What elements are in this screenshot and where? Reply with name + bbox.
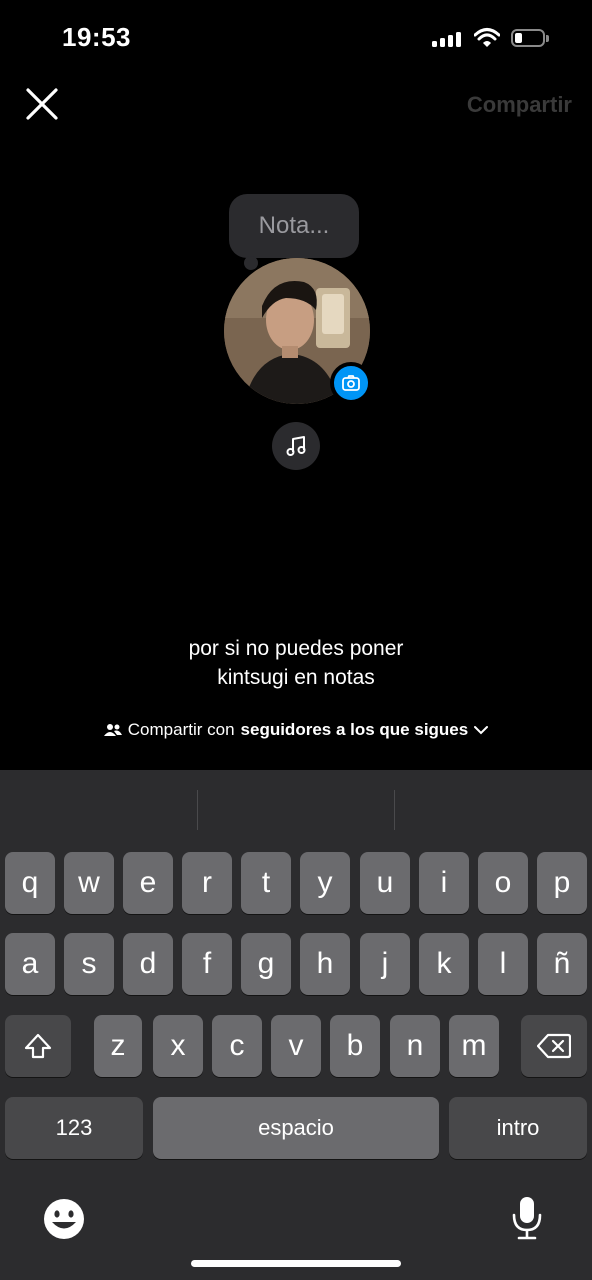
audience-selector[interactable]: Compartir con seguidores a los que sigue… xyxy=(0,720,592,740)
key-s[interactable]: s xyxy=(64,933,114,995)
key-h[interactable]: h xyxy=(300,933,350,995)
key-w[interactable]: w xyxy=(64,852,114,914)
battery-icon xyxy=(511,29,549,49)
key-p[interactable]: p xyxy=(537,852,587,914)
note-bubble-tail xyxy=(244,256,258,270)
suggestion-divider xyxy=(394,790,395,830)
caption-line-1: por si no puedes poner xyxy=(188,637,404,660)
key-g[interactable]: g xyxy=(241,933,291,995)
close-icon xyxy=(26,88,58,120)
key-n[interactable]: n xyxy=(390,1015,440,1077)
cellular-signal-icon xyxy=(432,31,464,47)
change-photo-button[interactable] xyxy=(330,362,372,404)
key-e[interactable]: e xyxy=(123,852,173,914)
chevron-down-icon xyxy=(474,726,489,735)
keyboard: q w e r t y u i o p a s d f g h j k l ñ … xyxy=(0,770,592,1280)
shift-key[interactable] xyxy=(5,1015,71,1077)
share-button[interactable]: Compartir xyxy=(467,92,572,118)
status-time: 19:53 xyxy=(62,22,131,52)
key-d[interactable]: d xyxy=(123,933,173,995)
emoji-button[interactable] xyxy=(42,1197,86,1241)
key-z[interactable]: z xyxy=(94,1015,142,1077)
key-f[interactable]: f xyxy=(182,933,232,995)
key-r[interactable]: r xyxy=(182,852,232,914)
key-k[interactable]: k xyxy=(419,933,469,995)
camera-icon xyxy=(342,375,360,391)
key-a[interactable]: a xyxy=(5,933,55,995)
note-placeholder: Nota... xyxy=(258,212,330,239)
emoji-icon xyxy=(44,1199,84,1239)
wifi-icon xyxy=(473,27,501,49)
key-c[interactable]: c xyxy=(212,1015,262,1077)
shift-icon xyxy=(24,1033,52,1059)
key-x[interactable]: x xyxy=(153,1015,203,1077)
space-key[interactable]: espacio xyxy=(153,1097,439,1159)
audience-value: seguidores a los que sigues xyxy=(240,720,469,739)
key-enye[interactable]: ñ xyxy=(537,933,587,995)
add-music-button[interactable] xyxy=(272,422,320,470)
key-i[interactable]: i xyxy=(419,852,469,914)
key-m[interactable]: m xyxy=(449,1015,499,1077)
key-y[interactable]: y xyxy=(300,852,350,914)
audience-prefix: Compartir con xyxy=(127,720,235,739)
key-q[interactable]: q xyxy=(5,852,55,914)
key-o[interactable]: o xyxy=(478,852,528,914)
home-indicator xyxy=(191,1260,401,1267)
note-input[interactable]: Nota... xyxy=(229,194,359,258)
suggestion-divider xyxy=(197,790,198,830)
key-j[interactable]: j xyxy=(360,933,410,995)
close-button[interactable] xyxy=(24,86,60,122)
key-u[interactable]: u xyxy=(360,852,410,914)
numbers-key[interactable]: 123 xyxy=(5,1097,143,1159)
return-key[interactable]: intro xyxy=(449,1097,587,1159)
music-note-icon xyxy=(286,436,306,456)
backspace-key[interactable] xyxy=(521,1015,587,1077)
backspace-icon xyxy=(537,1033,571,1059)
key-l[interactable]: l xyxy=(478,933,528,995)
microphone-icon xyxy=(512,1197,542,1240)
key-v[interactable]: v xyxy=(271,1015,321,1077)
people-icon xyxy=(103,724,122,736)
key-b[interactable]: b xyxy=(330,1015,380,1077)
key-t[interactable]: t xyxy=(241,852,291,914)
caption-line-2: kintsugi en notas xyxy=(217,666,375,689)
dictation-button[interactable] xyxy=(510,1195,544,1241)
